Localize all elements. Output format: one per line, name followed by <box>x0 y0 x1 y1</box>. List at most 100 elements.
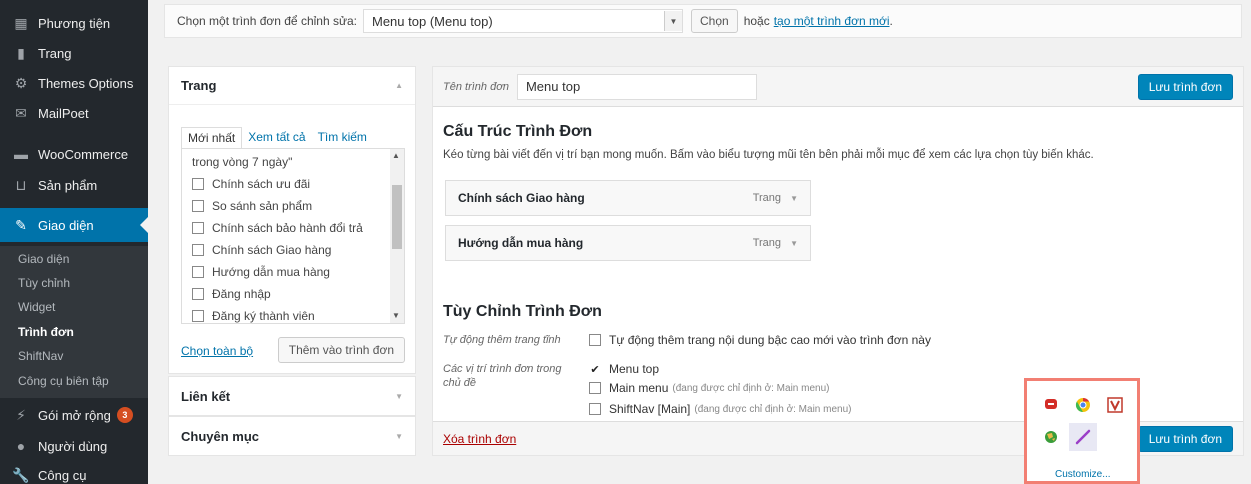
page-checkbox[interactable] <box>192 288 204 300</box>
location-checkbox[interactable] <box>589 382 601 394</box>
update-count-badge: 3 <box>116 407 133 423</box>
menu-structure-title: Cấu Trúc Trình Đơn <box>443 123 593 140</box>
list-item[interactable]: Chính sách Giao hàng <box>192 243 331 257</box>
page-checkbox[interactable] <box>192 310 204 322</box>
collapse-up-icon[interactable]: ▲ <box>395 81 403 90</box>
select-all-link[interactable]: Chọn toàn bộ <box>181 344 253 358</box>
sidebar-item-label: Công cụ <box>38 467 87 483</box>
or-text: hoặc <box>743 14 770 28</box>
admin-sidebar: ▦ Phương tiện ▮ Trang ⚙ Themes Options ✉… <box>0 0 148 484</box>
menu-select-dropdown[interactable]: Menu top (Menu top) ▼ <box>363 9 683 33</box>
choose-button[interactable]: Chọn <box>691 9 738 33</box>
chrome-icon[interactable] <box>1073 395 1093 415</box>
list-item[interactable]: So sánh sản phẩm <box>192 199 312 213</box>
sidebar-item-mailpoet[interactable]: ✉ MailPoet <box>0 100 148 126</box>
sidebar-item-pages[interactable]: ▮ Trang <box>0 40 148 66</box>
create-menu-link[interactable]: tạo một trình đơn mới <box>774 14 890 28</box>
list-item[interactable]: Đăng ký thành viên <box>192 309 315 323</box>
page-checkbox[interactable] <box>192 244 204 256</box>
tab-view-all[interactable]: Xem tất cả <box>242 127 311 149</box>
sidebar-item-appearance[interactable]: ✎ Giao diện <box>0 208 148 242</box>
delete-menu-link[interactable]: Xóa trình đơn <box>443 432 516 446</box>
sidebar-item-label: MailPoet <box>38 105 89 121</box>
auto-add-checkbox[interactable] <box>589 334 601 346</box>
auto-add-label: Tự động thêm trang tĩnh <box>443 334 561 346</box>
expand-down-icon[interactable]: ▼ <box>395 432 403 441</box>
tab-most-recent[interactable]: Mới nhất <box>181 127 243 149</box>
pen-icon[interactable] <box>1069 423 1097 451</box>
extension-icons-popup: Customize... <box>1024 378 1140 484</box>
period-text: . <box>889 14 893 28</box>
tab-search[interactable]: Tìm kiếm <box>312 127 373 149</box>
brush-icon: ✎ <box>15 216 27 233</box>
list-scrollbar[interactable]: ▲ ▼ <box>390 149 404 323</box>
scroll-thumb[interactable] <box>392 185 402 249</box>
scroll-down-icon[interactable]: ▼ <box>392 311 400 320</box>
sidebar-item-label: Gói mở rộng <box>38 407 111 423</box>
sidebar-item-users[interactable]: ● Người dùng <box>0 433 148 459</box>
menu-item-type[interactable]: Trang ▼ <box>753 237 798 249</box>
wrench-icon: 🔧 <box>12 466 30 483</box>
page-checkbox[interactable] <box>192 266 204 278</box>
lastpass-icon[interactable] <box>1041 395 1061 415</box>
media-icon: ▦ <box>14 14 28 31</box>
sidebar-item-themes-options[interactable]: ⚙ Themes Options <box>0 70 148 96</box>
auto-add-option[interactable]: Tự động thêm trang nội dung bậc cao mới … <box>589 333 931 347</box>
submenu-item-customize[interactable]: Tùy chỉnh <box>18 276 70 290</box>
expand-down-icon[interactable]: ▼ <box>395 392 403 401</box>
list-item[interactable]: Hướng dẫn mua hàng <box>192 265 330 279</box>
menu-name-input[interactable]: Menu top <box>516 73 757 100</box>
pages-panel-header[interactable]: Trang ▲ <box>169 67 415 105</box>
globe-icon[interactable] <box>1041 427 1061 447</box>
save-menu-button-top[interactable]: Lưu trình đơn <box>1137 74 1233 100</box>
select-menu-label: Chọn một trình đơn để chỉnh sửa: <box>177 14 357 28</box>
checkmark-icon[interactable]: ✔ <box>589 363 601 376</box>
sidebar-item-label: Giao diện <box>38 217 94 233</box>
chevron-down-icon: ▼ <box>790 194 798 203</box>
sidebar-item-label: Sản phẩm <box>38 177 98 193</box>
sidebar-item-label: Phương tiện <box>38 15 111 31</box>
categories-panel[interactable]: Chuyên mục ▼ <box>168 416 416 456</box>
list-item[interactable]: Chính sách bảo hành đổi trả <box>192 221 363 235</box>
appearance-submenu: Giao diện Tùy chỉnh Widget Trình đơn Shi… <box>0 246 148 398</box>
menu-item-row[interactable]: Chính sách Giao hàng Trang ▼ <box>445 180 811 216</box>
menu-item-row[interactable]: Hướng dẫn mua hàng Trang ▼ <box>445 225 811 261</box>
sidebar-item-media[interactable]: ▦ Phương tiện <box>0 10 148 36</box>
add-to-menu-button[interactable]: Thêm vào trình đơn <box>277 337 405 363</box>
location-option-shiftnav[interactable]: ShiftNav [Main] (đang được chỉ định ở: M… <box>589 402 851 416</box>
menu-settings-title: Tùy Chỉnh Trình Đơn <box>443 303 602 320</box>
sidebar-item-woocommerce[interactable]: ▬ WooCommerce <box>0 141 148 167</box>
save-menu-button-bottom[interactable]: Lưu trình đơn <box>1137 426 1233 452</box>
menu-item-type[interactable]: Trang ▼ <box>753 192 798 204</box>
pages-checklist: trong vòng 7 ngày" Chính sách ưu đãi So … <box>181 148 405 324</box>
sidebar-item-label: Themes Options <box>38 75 134 91</box>
links-panel[interactable]: Liên kết ▼ <box>168 376 416 416</box>
list-item[interactable]: Đăng nhập <box>192 287 271 301</box>
sidebar-item-label: WooCommerce <box>38 146 129 162</box>
submenu-item-menus[interactable]: Trình đơn <box>18 325 74 339</box>
page-checkbox[interactable] <box>192 178 204 190</box>
locations-label: Các vị trí trình đơn trong chủ đề <box>443 363 562 389</box>
sidebar-item-tools[interactable]: 🔧 Công cụ <box>0 462 148 484</box>
submenu-item-themes[interactable]: Giao diện <box>18 252 69 266</box>
page-checkbox[interactable] <box>192 222 204 234</box>
page-checkbox[interactable] <box>192 200 204 212</box>
location-checkbox[interactable] <box>589 403 601 415</box>
list-item[interactable]: Chính sách ưu đãi <box>192 177 310 191</box>
plugin-icon: ⚡ <box>16 406 26 423</box>
categories-panel-header[interactable]: Chuyên mục ▼ <box>169 417 415 455</box>
pages-tabs: Mới nhất Xem tất cả Tìm kiếm <box>181 127 373 149</box>
pages-panel-title: Trang <box>181 78 217 93</box>
submenu-item-shiftnav[interactable]: ShiftNav <box>18 349 63 363</box>
location-option-menu-top[interactable]: ✔ Menu top <box>589 362 659 376</box>
scroll-up-icon[interactable]: ▲ <box>392 151 400 160</box>
sidebar-item-plugins[interactable]: ⚡ Gói mở rộng 3 <box>0 402 148 428</box>
location-option-main-menu[interactable]: Main menu (đang được chỉ định ở: Main me… <box>589 381 829 395</box>
links-panel-header[interactable]: Liên kết ▼ <box>169 377 415 415</box>
menu-name-label: Tên trình đơn <box>443 80 509 93</box>
submenu-item-widgets[interactable]: Widget <box>18 300 55 314</box>
vivaldi-icon[interactable] <box>1105 395 1125 415</box>
customize-link[interactable]: Customize... <box>1055 469 1111 480</box>
sidebar-item-products[interactable]: ⊔ Sản phẩm <box>0 172 148 198</box>
submenu-item-editor[interactable]: Công cụ biên tập <box>18 374 109 388</box>
